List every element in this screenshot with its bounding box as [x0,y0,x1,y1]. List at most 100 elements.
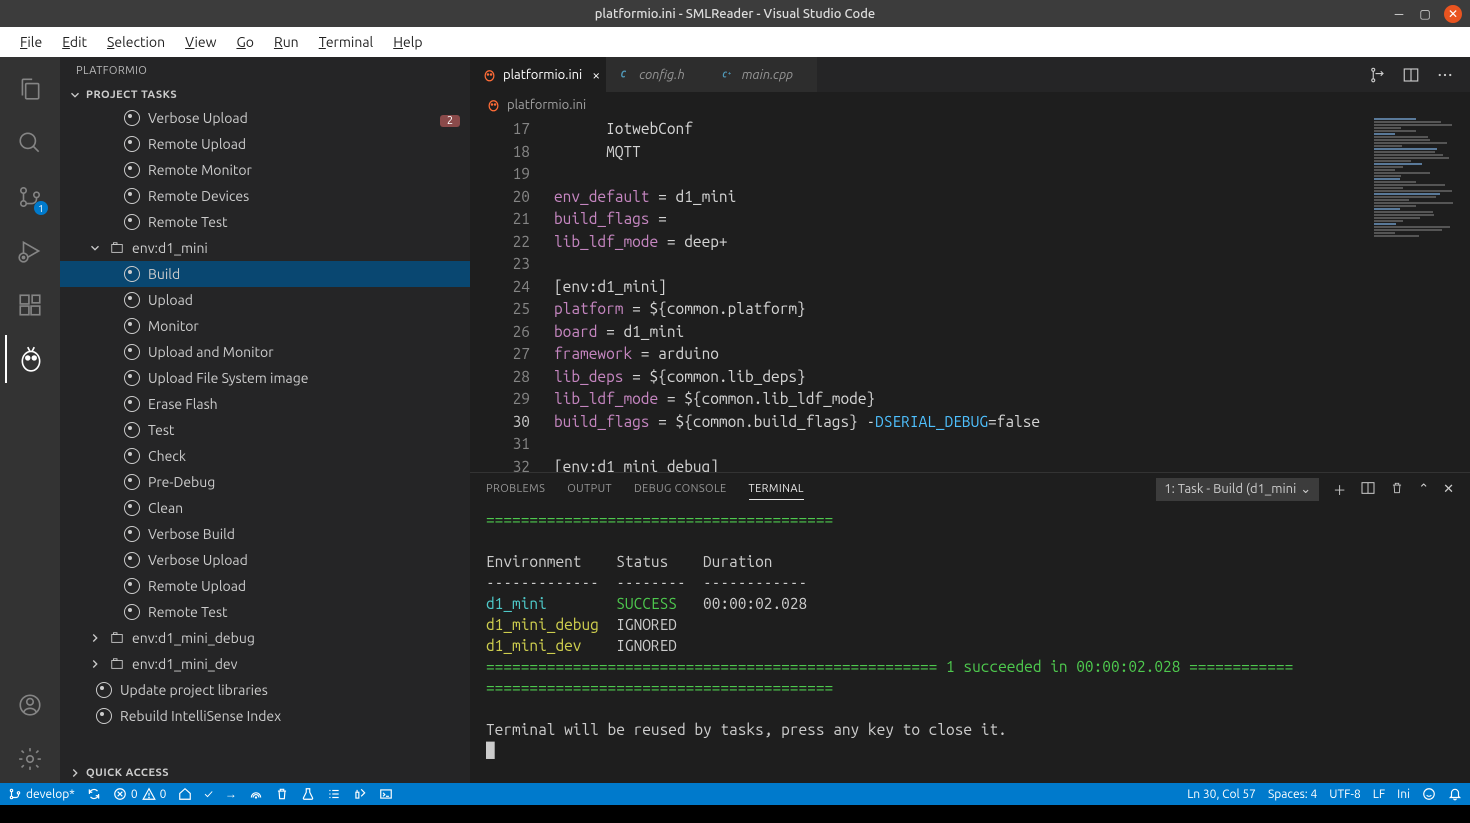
task-verbose-build[interactable]: Verbose Build [60,521,470,547]
task-verbose-upload[interactable]: Verbose Upload [60,547,470,573]
scm-badge: 1 [34,201,48,215]
pio-terminal-icon[interactable] [379,787,393,801]
task-erase-flash[interactable]: Erase Flash [60,391,470,417]
task-remote-upload[interactable]: Remote Upload [60,131,470,157]
close-tab-icon[interactable]: × [592,67,600,83]
language-mode[interactable]: Ini [1397,788,1410,801]
menu-terminal[interactable]: Terminal [309,30,384,54]
task-rebuild-intellisense-index[interactable]: Rebuild IntelliSense Index [60,703,470,729]
task-build[interactable]: Build [60,261,470,287]
env-env-d1_mini_debug[interactable]: env:d1_mini_debug [60,625,470,651]
panel-tab-problems[interactable]: PROBLEMS [486,479,545,499]
sync-icon[interactable] [87,787,101,801]
extensions-icon[interactable] [6,281,54,329]
menu-view[interactable]: View [175,30,226,54]
menu-help[interactable]: Help [383,30,432,54]
terminal-output[interactable]: ========================================… [470,505,1470,783]
menu-go[interactable]: Go [226,30,264,54]
breadcrumb[interactable]: platformio.ini [470,92,1470,117]
task-clean[interactable]: Clean [60,495,470,521]
git-branch[interactable]: develop* [8,787,75,801]
minimize-button[interactable]: ─ [1392,7,1406,21]
panel-tab-output[interactable]: OUTPUT [567,479,612,499]
errors-warnings[interactable]: 0 0 [113,787,167,801]
menu-selection[interactable]: Selection [97,30,175,54]
search-icon[interactable] [6,119,54,167]
task-remote-devices[interactable]: Remote Devices [60,183,470,209]
sidebar: PLATFORMIO PROJECT TASKS 2 Verbose Uploa… [60,57,470,783]
run-task-icon [124,344,140,360]
menu-edit[interactable]: Edit [52,30,97,54]
kill-terminal-icon[interactable] [1390,481,1404,498]
run-debug-icon[interactable] [6,227,54,275]
run-task-icon [124,526,140,542]
chevron-icon [88,631,102,645]
task-monitor[interactable]: Monitor [60,313,470,339]
compare-changes-icon[interactable] [1368,66,1386,84]
notifications-icon[interactable] [1448,787,1462,801]
tab-config-h[interactable]: Cconfig.h [606,57,709,92]
section-project-tasks[interactable]: PROJECT TASKS [60,85,470,105]
panel-tab-terminal[interactable]: TERMINAL [749,479,804,500]
code-editor[interactable]: 17181920212223242526272829303132 IotwebC… [470,117,1470,472]
menu-bar: FileEditSelectionViewGoRunTerminalHelp [0,27,1470,57]
task-update-project-libraries[interactable]: Update project libraries [60,677,470,703]
new-terminal-icon[interactable]: ＋ [1333,480,1346,499]
run-task-icon [124,214,140,230]
pio-serial-icon[interactable] [353,787,367,801]
close-panel-icon[interactable]: ✕ [1443,482,1454,497]
feedback-icon[interactable] [1422,787,1436,801]
more-actions-icon[interactable] [1436,66,1454,84]
bottom-panel: PROBLEMS OUTPUT DEBUG CONSOLE TERMINAL 1: T… [470,472,1470,783]
pio-test-icon[interactable] [301,787,315,801]
indentation[interactable]: Spaces: 4 [1268,788,1317,801]
task-remote-test[interactable]: Remote Test [60,209,470,235]
close-button[interactable]: ✕ [1444,5,1462,23]
env-folder-icon [110,631,124,645]
cursor-position[interactable]: Ln 30, Col 57 [1187,788,1256,801]
settings-gear-icon[interactable] [6,735,54,783]
task-check[interactable]: Check [60,443,470,469]
accounts-icon[interactable] [6,681,54,729]
tab-platformio-ini[interactable]: platformio.ini× [470,57,606,92]
env-env-d1_mini_dev[interactable]: env:d1_mini_dev [60,651,470,677]
source-control-icon[interactable]: 1 [6,173,54,221]
run-task-icon [96,682,112,698]
activity-bar: 1 [0,57,60,783]
run-task-icon [124,370,140,386]
pio-build-icon[interactable]: ✓ [204,788,212,801]
split-editor-icon[interactable] [1402,66,1420,84]
split-terminal-icon[interactable] [1360,480,1376,499]
menu-file[interactable]: File [10,30,52,54]
breadcrumb-file: platformio.ini [507,98,586,112]
eol[interactable]: LF [1373,788,1385,801]
task-remote-upload[interactable]: Remote Upload [60,573,470,599]
maximize-panel-icon[interactable]: ⌃ [1418,482,1429,497]
task-upload-file-system-image[interactable]: Upload File System image [60,365,470,391]
task-upload-and-monitor[interactable]: Upload and Monitor [60,339,470,365]
explorer-icon[interactable] [6,65,54,113]
terminal-selector[interactable]: 1: Task - Build (d1_mini ⌄ [1156,478,1319,501]
maximize-button[interactable]: ▢ [1418,7,1432,21]
pio-clean-icon[interactable] [275,787,289,801]
task-upload[interactable]: Upload [60,287,470,313]
window-title: platformio.ini - SMLReader - Visual Stud… [595,7,875,21]
platformio-icon[interactable] [5,335,55,383]
task-pre-debug[interactable]: Pre-Debug [60,469,470,495]
menu-run[interactable]: Run [264,30,309,54]
tab-main-cpp[interactable]: C⁺main.cpp [709,57,817,92]
run-task-icon [124,500,140,516]
encoding[interactable]: UTF-8 [1329,788,1360,801]
pio-home-icon[interactable] [178,787,192,801]
env-env-d1_mini[interactable]: env:d1_mini [60,235,470,261]
pio-upload-icon[interactable]: → [225,787,237,801]
minimap[interactable] [1370,117,1465,277]
pio-tasks-icon[interactable] [327,787,341,801]
task-verbose-upload[interactable]: Verbose Upload [60,105,470,131]
pio-remote-icon[interactable] [249,787,263,801]
task-test[interactable]: Test [60,417,470,443]
task-remote-monitor[interactable]: Remote Monitor [60,157,470,183]
task-remote-test[interactable]: Remote Test [60,599,470,625]
section-quick-access[interactable]: QUICK ACCESS [60,763,470,783]
panel-tab-debug-console[interactable]: DEBUG CONSOLE [634,479,727,499]
